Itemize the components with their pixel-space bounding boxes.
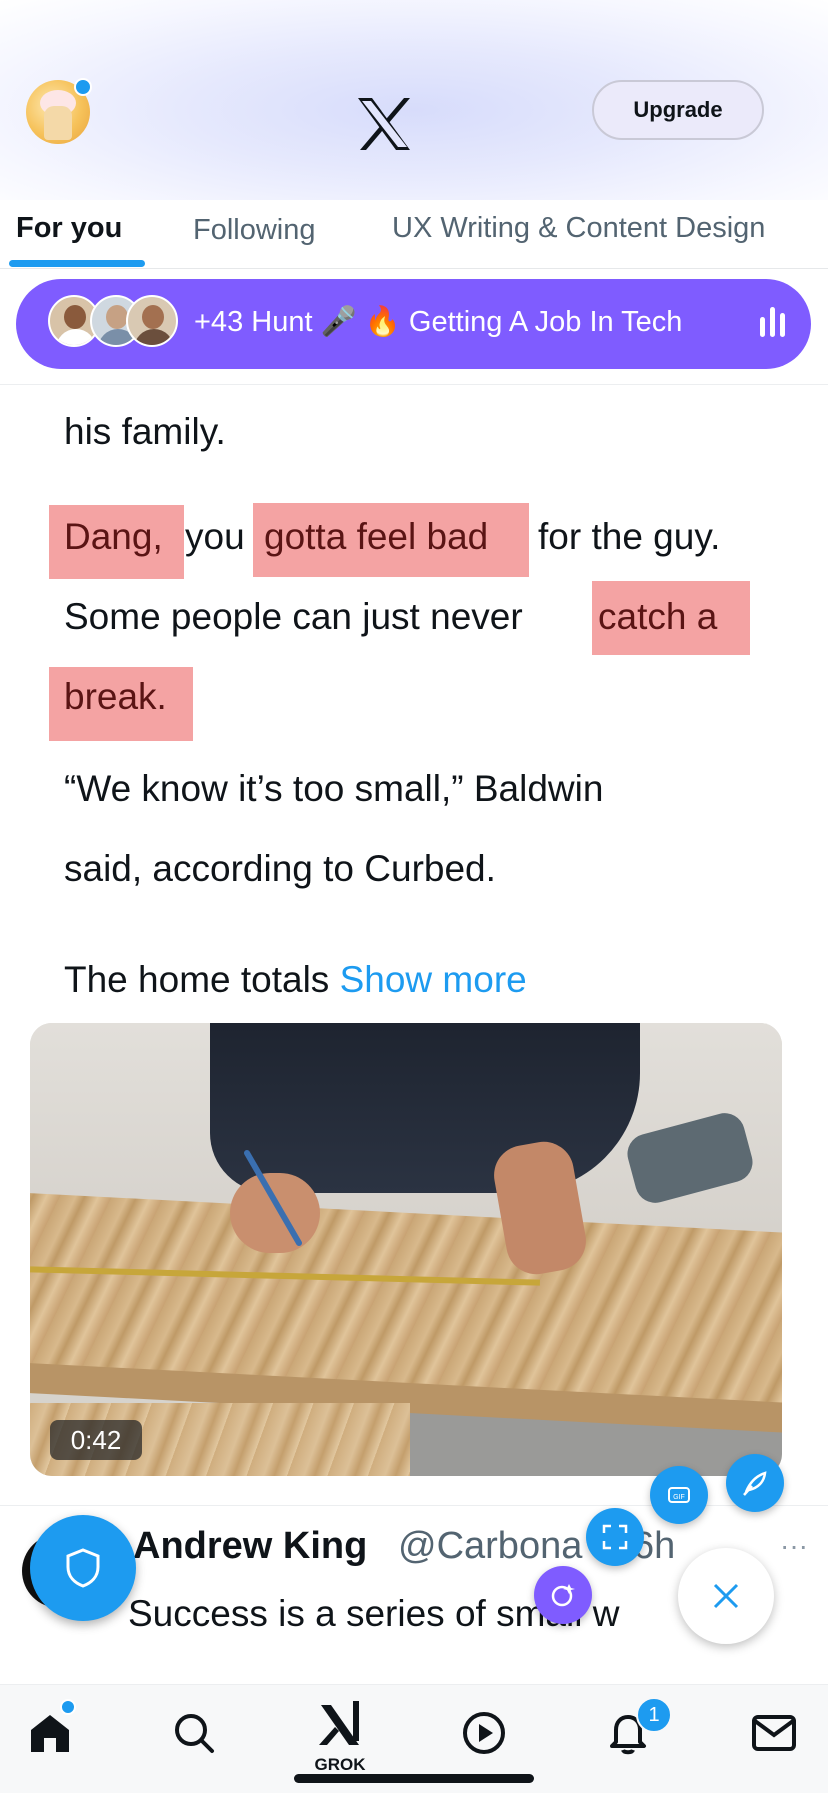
divider — [0, 384, 828, 385]
nav-search[interactable] — [164, 1703, 224, 1763]
article-line: The home totals Show more — [64, 958, 527, 1002]
article-word: you — [185, 516, 245, 557]
svg-text:GIF: GIF — [673, 1494, 685, 1501]
nav-messages[interactable] — [744, 1703, 804, 1763]
post-author-handle[interactable]: @Carbona — [398, 1525, 582, 1568]
search-icon — [175, 1714, 214, 1753]
article-line-text: The home totals — [64, 959, 330, 1000]
compose-post-button[interactable] — [726, 1454, 784, 1512]
play-icon — [463, 1712, 505, 1754]
space-listener-avatar — [126, 295, 178, 347]
tab-for-you[interactable]: For you — [16, 212, 122, 245]
grok-icon — [319, 1701, 359, 1745]
audio-bars-icon — [760, 307, 790, 337]
home-indicator — [294, 1774, 534, 1783]
timeline-tabs: For you Following UX Writing & Content D… — [0, 200, 828, 269]
space-title: +43 Hunt 🎤 🔥 Getting A Job In Tech — [194, 306, 683, 338]
mail-icon — [752, 1715, 796, 1751]
video-duration: 0:42 — [50, 1420, 142, 1460]
post-author-name[interactable]: Andrew King — [133, 1525, 367, 1568]
article-line: “We know it’s too small,” Baldwin — [64, 768, 604, 809]
more-options-icon[interactable]: ··· — [780, 1530, 808, 1562]
avatar-notification-dot — [74, 78, 92, 96]
grok-label: GROK — [314, 1755, 366, 1774]
close-button[interactable] — [678, 1548, 774, 1644]
expand-button[interactable] — [586, 1508, 644, 1566]
top-header: Upgrade — [0, 0, 828, 200]
gif-icon: GIF — [668, 1487, 690, 1503]
grok-ai-button[interactable] — [534, 1566, 592, 1624]
tab-following[interactable]: Following — [193, 214, 316, 247]
upgrade-button[interactable]: Upgrade — [592, 80, 764, 140]
sparkle-face-icon — [551, 1584, 575, 1607]
feather-icon — [743, 1471, 767, 1496]
photo-figure — [210, 1023, 640, 1193]
article-line: Some people can just never — [64, 596, 523, 637]
highlighted-phrase: break. — [64, 676, 167, 717]
shield-button[interactable] — [30, 1515, 136, 1621]
article-line: his family. — [64, 411, 226, 452]
show-more-link[interactable]: Show more — [340, 959, 527, 1000]
close-icon — [713, 1583, 739, 1609]
live-space-banner[interactable]: +43 Hunt 🎤 🔥 Getting A Job In Tech — [16, 279, 811, 369]
gif-button[interactable]: GIF — [650, 1466, 708, 1524]
nav-video[interactable] — [454, 1703, 514, 1763]
photo-hand-left — [230, 1173, 320, 1253]
tab-ux-writing[interactable]: UX Writing & Content Design — [392, 212, 765, 245]
avatar-cone — [44, 106, 72, 140]
article-line: said, according to Curbed. — [64, 848, 496, 889]
highlighted-phrase: Dang, — [64, 516, 163, 557]
expand-icon — [602, 1524, 628, 1550]
highlighted-phrase: gotta feel bad — [264, 516, 489, 557]
notification-count-badge: 1 — [636, 1697, 672, 1733]
home-icon — [31, 1715, 69, 1752]
shield-icon — [66, 1548, 100, 1588]
article-word: for the guy. — [538, 516, 721, 557]
home-notification-dot — [60, 1699, 76, 1715]
x-logo-icon[interactable] — [352, 92, 416, 156]
highlighted-phrase: catch a — [598, 596, 718, 637]
video-thumbnail[interactable]: 0:42 — [30, 1023, 782, 1476]
active-tab-indicator — [9, 260, 145, 267]
nav-grok[interactable] — [310, 1693, 370, 1753]
